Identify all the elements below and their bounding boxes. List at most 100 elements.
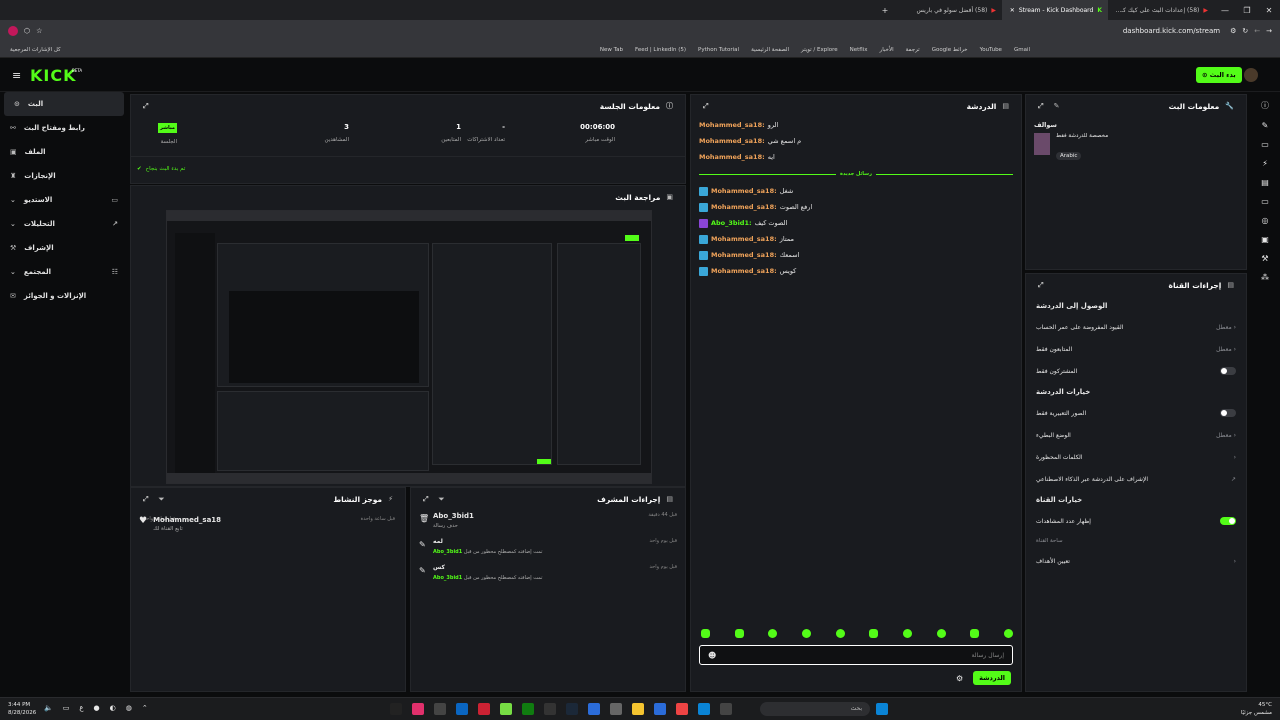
app-icon[interactable] bbox=[412, 703, 424, 715]
extensions-icon[interactable]: ⬡ bbox=[24, 27, 30, 35]
send-chat-button[interactable]: الدردشة bbox=[973, 671, 1011, 685]
filter-icon[interactable]: ⏷ bbox=[159, 495, 165, 504]
chat-message[interactable]: Mohammed_sa18: كويس bbox=[699, 263, 1013, 279]
window-maximize-icon[interactable]: ❐ bbox=[1236, 6, 1258, 15]
taskbar-search[interactable]: بحث bbox=[760, 702, 870, 716]
app-icon[interactable] bbox=[654, 703, 666, 715]
expand-icon[interactable]: ⤢ bbox=[1038, 281, 1044, 290]
bookmark-item[interactable]: Gmail bbox=[1014, 47, 1030, 53]
xbox-icon[interactable] bbox=[522, 703, 534, 715]
expand-icon[interactable]: ⤢ bbox=[143, 495, 149, 504]
message-icon[interactable]: ▭ bbox=[1261, 197, 1269, 206]
app-icon[interactable] bbox=[434, 703, 446, 715]
app-tray-icon[interactable]: ◍ bbox=[126, 704, 132, 712]
profile-avatar[interactable] bbox=[8, 26, 18, 36]
lightning-icon[interactable]: ⚡ bbox=[1262, 159, 1268, 168]
chat-message[interactable]: Mohammed_sa18: شغل bbox=[699, 183, 1013, 199]
chat-message[interactable]: Mohammed_sa18: ارفع الصوت bbox=[699, 199, 1013, 215]
tiktok-icon[interactable] bbox=[390, 703, 402, 715]
emote-icon[interactable] bbox=[936, 629, 946, 638]
app-icon[interactable] bbox=[720, 703, 732, 715]
linkedin-icon[interactable] bbox=[456, 703, 468, 715]
emotes-only-toggle[interactable] bbox=[1220, 409, 1236, 417]
sidebar-item-moderation[interactable]: ⚒ الإشراف bbox=[0, 236, 128, 260]
setting-banned-words[interactable]: الكلمات المحظورة › bbox=[1026, 446, 1246, 468]
emote-icon[interactable] bbox=[835, 629, 845, 638]
chrome-icon[interactable] bbox=[676, 703, 688, 715]
emote-icon[interactable] bbox=[1003, 629, 1013, 638]
site-info-icon[interactable]: ⚙ bbox=[1230, 27, 1236, 35]
windows-start-icon[interactable] bbox=[876, 703, 888, 715]
emoji-icon[interactable]: ☻ bbox=[708, 651, 716, 660]
bookmark-item[interactable]: خرائط Google bbox=[932, 47, 968, 53]
steam-icon[interactable] bbox=[566, 703, 578, 715]
mic-icon[interactable]: ● bbox=[94, 704, 100, 712]
reload-icon[interactable]: ↻ bbox=[1242, 27, 1248, 35]
expand-icon[interactable]: ⤢ bbox=[423, 495, 429, 504]
emote-icon[interactable] bbox=[701, 629, 710, 638]
bookmark-item[interactable]: YouTube bbox=[980, 47, 1002, 53]
browser-tab-1[interactable]: ▶ (58) إعدادات البث على كيك كـ... bbox=[1108, 0, 1214, 20]
sidebar-item-stream[interactable]: ⊙ البث bbox=[4, 92, 124, 116]
clipboard-icon[interactable]: ▤ bbox=[1261, 178, 1269, 187]
setting-followers-only[interactable]: المتابعون فقط معطل › bbox=[1026, 338, 1246, 360]
go-live-button[interactable]: بدء البث ⊙ bbox=[1196, 67, 1242, 83]
chat-message[interactable]: Mohammed_sa18: اسمعك bbox=[699, 247, 1013, 263]
window-close-icon[interactable]: ✕ bbox=[1258, 6, 1280, 15]
language-indicator[interactable]: ع bbox=[79, 704, 83, 712]
setting-account-age[interactable]: القيود المفروضة على عمر الحساب معطل › bbox=[1026, 316, 1246, 338]
kick-logo[interactable]: KICK bbox=[30, 66, 77, 85]
settings-gear-icon[interactable]: ⚙ bbox=[956, 674, 963, 683]
category-thumbnail[interactable] bbox=[1034, 133, 1050, 155]
network-icon[interactable]: ▭ bbox=[63, 704, 70, 712]
window-minimize-icon[interactable]: — bbox=[1214, 6, 1236, 15]
app-icon[interactable] bbox=[478, 703, 490, 715]
setting-ai-moderation[interactable]: الإشراف على الدردشة عبر الذكاء الاصطناعي… bbox=[1026, 468, 1246, 490]
bookmark-item[interactable]: Netflix bbox=[850, 47, 868, 53]
chat-message[interactable]: Mohammed_sa18: ايه bbox=[699, 149, 1013, 165]
edit-icon[interactable]: ✎ bbox=[1054, 102, 1060, 111]
bookmark-item[interactable]: (5) Feed | LinkedIn bbox=[635, 47, 686, 53]
sidebar-item-drops[interactable]: ✉ الإنزالات و الجوائز bbox=[0, 284, 128, 308]
bookmark-item[interactable]: الأخبار bbox=[880, 47, 894, 53]
emote-icon[interactable] bbox=[734, 629, 744, 638]
video-icon[interactable]: ▣ bbox=[1261, 235, 1269, 244]
setting-set-goals[interactable]: تعيين الأهداف › bbox=[1026, 550, 1246, 572]
chat-widget-icon[interactable]: ▭ bbox=[1261, 140, 1269, 149]
sidebar-item-community[interactable]: ⌄ المجتمع ☷ bbox=[0, 260, 128, 284]
app-icon[interactable] bbox=[500, 703, 512, 715]
bookmark-item[interactable]: Explore / تويتر bbox=[801, 47, 838, 53]
bookmark-item[interactable]: ترجمة bbox=[906, 47, 920, 53]
browser-tab-active[interactable]: K Stream - Kick Dashboard ✕ bbox=[1002, 0, 1108, 20]
forward-icon[interactable]: ← bbox=[1254, 27, 1260, 35]
menu-icon[interactable]: ≡ bbox=[12, 69, 21, 82]
viewer-count-toggle[interactable] bbox=[1220, 517, 1236, 525]
all-bookmarks-link[interactable]: كل الإشارات المرجعية bbox=[10, 47, 61, 53]
chat-message[interactable]: Mohammed_sa18: م اسمع شي bbox=[699, 133, 1013, 149]
sidebar-item-profile[interactable]: ▣ الملف bbox=[0, 140, 128, 164]
browser-tab-3[interactable]: ▶ (58) أفضل سولو في باريس bbox=[896, 0, 1002, 20]
settings-icon[interactable] bbox=[610, 703, 622, 715]
tab-close-icon[interactable]: ✕ bbox=[1010, 7, 1015, 14]
app-icon[interactable] bbox=[588, 703, 600, 715]
wrench-icon[interactable]: ⚒ bbox=[1261, 254, 1268, 263]
expand-icon[interactable]: ⤢ bbox=[1038, 102, 1044, 111]
emote-icon[interactable] bbox=[869, 629, 879, 638]
subscribers-only-toggle[interactable] bbox=[1220, 367, 1236, 375]
back-icon[interactable]: → bbox=[1266, 27, 1272, 35]
edit-icon[interactable]: ✎ bbox=[1262, 121, 1269, 130]
sidebar-item-analytics[interactable]: ⌄ التحليلات ↗ bbox=[0, 212, 128, 236]
setting-slow-mode[interactable]: الوضع البطيء معطل › bbox=[1026, 424, 1246, 446]
app-icon[interactable] bbox=[544, 703, 556, 715]
expand-icon[interactable]: ⤢ bbox=[703, 102, 709, 111]
user-avatar[interactable] bbox=[1244, 68, 1258, 82]
volume-icon[interactable]: 🔈 bbox=[44, 704, 53, 712]
sidebar-item-studio[interactable]: ⌄ الاستديو ▭ bbox=[0, 188, 128, 212]
emote-icon[interactable] bbox=[970, 629, 980, 638]
chat-message[interactable]: Mohammed_sa18: الرو bbox=[699, 117, 1013, 133]
bookmark-item[interactable]: New Tab bbox=[600, 47, 623, 53]
url-field[interactable]: dashboard.kick.com/stream bbox=[1123, 27, 1220, 35]
add-widget-icon[interactable]: ⁂ bbox=[1261, 273, 1269, 282]
edge-icon[interactable] bbox=[698, 703, 710, 715]
emote-icon[interactable] bbox=[768, 629, 778, 638]
